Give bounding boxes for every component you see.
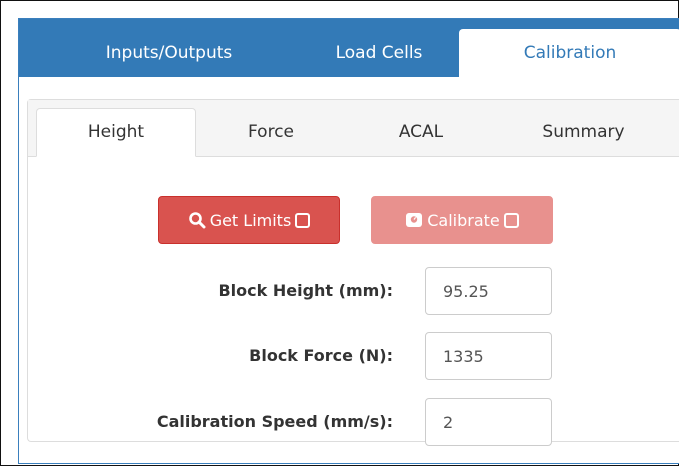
block-force-input[interactable] xyxy=(425,332,552,380)
tab-acal[interactable]: ACAL xyxy=(346,108,496,157)
square-icon xyxy=(295,212,311,228)
tab-load-cells[interactable]: Load Cells xyxy=(299,29,459,77)
calibrate-button[interactable]: Calibrate xyxy=(371,196,553,244)
search-icon xyxy=(188,211,206,229)
block-height-input[interactable] xyxy=(425,267,552,315)
tab-summary[interactable]: Summary xyxy=(496,108,671,157)
top-tab-bar: Inputs/Outputs Load Cells Calibration xyxy=(19,19,679,77)
tab-height[interactable]: Height xyxy=(36,108,196,157)
main-panel: Inputs/Outputs Load Cells Calibration He… xyxy=(18,18,679,464)
square-icon xyxy=(503,212,519,228)
calibrate-label: Calibrate xyxy=(427,210,500,230)
get-limits-button[interactable]: Get Limits xyxy=(158,196,340,244)
block-height-label: Block Height (mm): xyxy=(218,281,393,300)
sub-tab-bar: Height Force ACAL Summary xyxy=(28,100,679,157)
get-limits-label: Get Limits xyxy=(209,210,292,230)
scale-icon xyxy=(405,211,423,229)
block-force-label: Block Force (N): xyxy=(249,346,393,365)
window-frame: Inputs/Outputs Load Cells Calibration He… xyxy=(0,0,679,466)
tab-inputs-outputs[interactable]: Inputs/Outputs xyxy=(39,29,299,77)
calibration-speed-label: Calibration Speed (mm/s): xyxy=(156,412,393,431)
tab-force[interactable]: Force xyxy=(196,108,346,157)
tab-calibration[interactable]: Calibration xyxy=(459,29,679,77)
calibration-card: Height Force ACAL Summary Get Limits Cal… xyxy=(27,99,679,446)
calibration-speed-input[interactable] xyxy=(425,398,552,446)
